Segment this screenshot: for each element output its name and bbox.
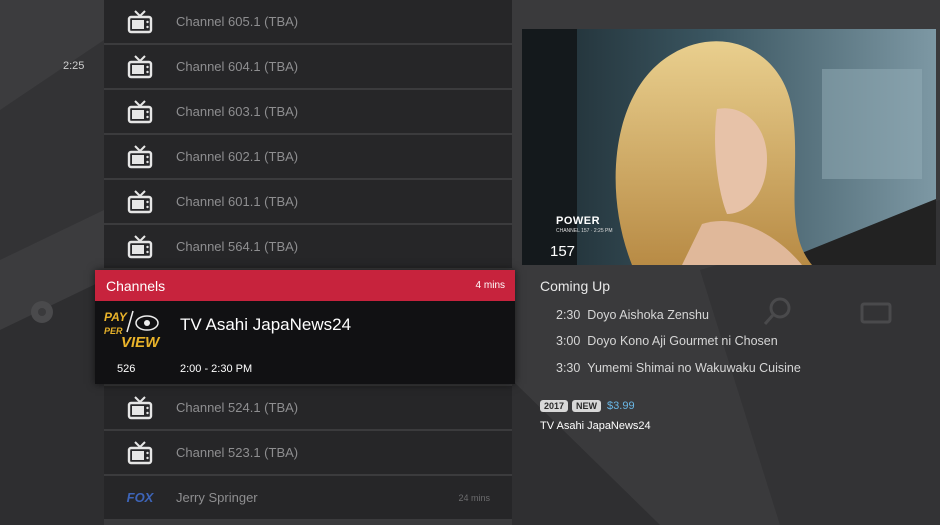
channel-name: Channel 604.1 (TBA): [176, 59, 299, 74]
tv-icon: [104, 54, 176, 79]
tv-icon: [104, 99, 176, 124]
app-screen: { "guide": { "time_marker": "2:25", "row…: [0, 0, 940, 525]
channel-name: Jerry Springer: [176, 490, 258, 505]
program-badges: 2017 NEW $3.99: [540, 400, 635, 412]
coming-up-item: 2:30 Doyo Aishoka Zenshu: [556, 308, 709, 322]
channel-row[interactable]: FOX Jerry Springer 24 mins: [104, 476, 512, 521]
tv-icon: [104, 395, 176, 420]
time-remaining: 4 mins: [475, 280, 505, 291]
faint-gear-icon: [31, 301, 53, 323]
channels-header: Channels 4 mins: [95, 270, 515, 301]
tv-icon: [104, 144, 176, 169]
channel-overlay-info: CHANNEL 157 · 2:25 PM: [556, 228, 613, 234]
channel-overlay-logo: POWER: [556, 215, 601, 227]
faint-tv-icon: [860, 302, 892, 324]
price-label: $3.99: [607, 400, 635, 412]
tv-icon: [104, 9, 176, 34]
channel-name: Channel 602.1 (TBA): [176, 149, 299, 164]
details-channel-name: TV Asahi JapaNews24: [540, 420, 651, 432]
tv-icon: [104, 189, 176, 214]
new-badge: NEW: [572, 400, 602, 412]
channel-name: Channel 523.1 (TBA): [176, 445, 299, 460]
channel-row[interactable]: Channel 523.1 (TBA): [104, 431, 512, 476]
channel-row[interactable]: Channel 564.1 (TBA): [104, 225, 512, 270]
coming-up-item: 3:30 Yumemi Shimai no Wakuwaku Cuisine: [556, 361, 801, 375]
channel-name: Channel 603.1 (TBA): [176, 104, 299, 119]
channel-row[interactable]: Channel 604.1 (TBA): [104, 45, 512, 90]
svg-text:VIEW: VIEW: [121, 334, 161, 351]
tv-icon: [104, 234, 176, 259]
channels-header-title: Channels: [106, 277, 166, 294]
program-time-range: 2:00 - 2:30 PM: [180, 363, 253, 375]
fox-logo: FOX: [126, 490, 154, 505]
channel-guide[interactable]: Channel 605.1 (TBA) Channel 604.1 (TBA) …: [104, 0, 512, 525]
program-title: TV Asahi JapaNews24: [180, 315, 352, 334]
channel-row[interactable]: Channel 524.1 (TBA): [104, 386, 512, 431]
selected-channel-card[interactable]: Channels 4 mins PAY PER VIEW TV Asahi Ja…: [95, 270, 515, 384]
svg-text:PAY: PAY: [104, 310, 128, 324]
channel-name: Channel 564.1 (TBA): [176, 239, 299, 254]
tv-icon: [104, 440, 176, 465]
current-time-marker: 2:25: [63, 60, 85, 72]
coming-up-item: 3:00 Doyo Kono Aji Gourmet ni Chosen: [556, 334, 778, 348]
channel-row[interactable]: Channel 605.1 (TBA): [104, 0, 512, 45]
year-badge: 2017: [540, 400, 569, 412]
channel-name: Channel 605.1 (TBA): [176, 14, 299, 29]
channel-overlay-number: 157: [550, 243, 576, 260]
channel-row[interactable]: Channel 602.1 (TBA): [104, 135, 512, 180]
channel-row[interactable]: Channel 601.1 (TBA): [104, 180, 512, 225]
channel-name: Channel 601.1 (TBA): [176, 194, 299, 209]
faint-search-icon: [763, 297, 791, 325]
coming-up-title: Coming Up: [540, 278, 611, 294]
channel-name: Channel 524.1 (TBA): [176, 400, 299, 415]
channel-row[interactable]: Channel 603.1 (TBA): [104, 90, 512, 135]
channel-number: 526: [117, 363, 136, 375]
pay-per-view-logo: PAY PER VIEW: [104, 310, 161, 351]
time-remaining: 24 mins: [458, 492, 490, 503]
video-preview[interactable]: POWER CHANNEL 157 · 2:25 PM 157: [522, 29, 936, 265]
